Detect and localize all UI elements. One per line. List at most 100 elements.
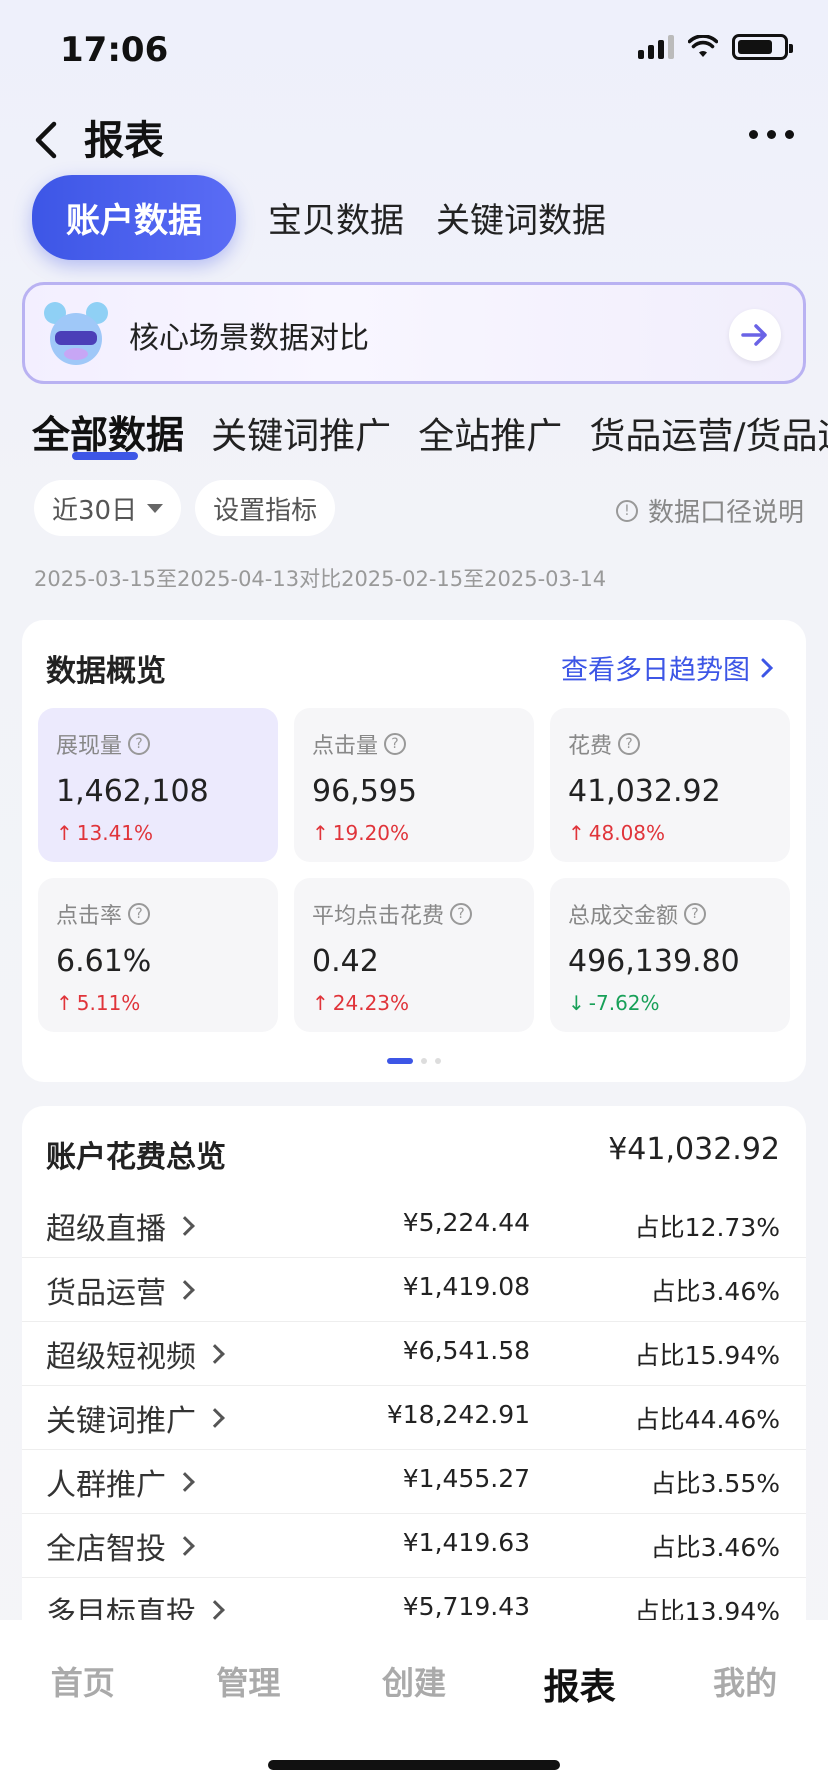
row-ratio: 占比3.46% [650,1277,780,1306]
metric-change: ↑ 5.11% [56,991,260,1015]
metric-change: ↓ -7.62% [568,991,772,1015]
chevron-right-icon [205,1600,225,1620]
chevron-right-icon [205,1344,225,1364]
row-name: 超级短视频 [46,1332,225,1376]
more-icon[interactable] [749,130,794,139]
row-name: 货品运营 [46,1268,195,1312]
tabbar-create[interactable]: 创建 [354,1658,474,1710]
metric-value: 96,595 [312,774,417,809]
subtab-all-data[interactable]: 全部数据 [32,404,184,459]
spend-row[interactable]: 全店智投 ¥1,419.63 占比3.46% [22,1514,806,1578]
metric-change-value: 5.11% [76,991,141,1015]
metric-change-value: 19.20% [332,821,410,845]
help-icon[interactable]: ? [618,733,641,755]
metric-change: ↑ 48.08% [568,821,772,845]
metric-change: ↑ 24.23% [312,991,516,1015]
subtab-goods-ops[interactable]: 货品运营/货品运 [589,407,828,459]
data-definition-link[interactable]: ! 数据口径说明 [615,492,804,529]
tabbar-mine[interactable]: 我的 [685,1658,805,1710]
metric-spend[interactable]: 花费? 41,032.92 ↑ 48.08% [550,708,790,862]
row-amount: ¥5,719.43 [402,1592,530,1621]
date-range-text: 2025-03-15至2025-04-13对比2025-02-15至2025-0… [34,567,607,591]
subtab-site-promo[interactable]: 全站推广 [418,407,562,459]
metric-label: 总成交金额? [568,898,772,930]
metric-label-text: 点击量 [312,734,379,759]
spend-row[interactable]: 人群推广 ¥1,455.27 占比3.55% [22,1450,806,1514]
row-ratio: 占比3.46% [650,1533,780,1562]
data-definition-label: 数据口径说明 [647,498,804,528]
caret-down-icon [147,503,164,513]
chevron-right-icon [205,1408,225,1428]
metric-gmv[interactable]: 总成交金额? 496,139.80 ↓ -7.62% [550,878,790,1032]
arrow-down-icon: ↓ [568,991,585,1015]
trend-link[interactable]: 查看多日趋势图 [561,648,774,687]
metric-label: 点击率? [56,898,260,930]
mascot-icon [44,302,108,365]
tabbar-reports[interactable]: 报表 [520,1658,640,1710]
overview-title: 数据概览 [46,654,166,689]
help-icon[interactable]: ? [128,733,151,755]
set-metrics-button[interactable]: 设置指标 [195,480,336,536]
metric-label: 平均点击花费? [312,898,516,930]
help-icon[interactable]: ? [684,903,707,925]
nav-bar: 报表 [0,100,828,180]
metric-value: 1,462,108 [56,774,209,809]
row-amount: ¥1,419.63 [402,1528,530,1557]
spend-row[interactable]: 货品运营 ¥1,419.08 占比3.46% [22,1258,806,1322]
arrow-up-icon: ↑ [568,821,585,845]
row-name: 超级直播 [46,1204,195,1248]
row-ratio: 占比15.94% [634,1341,780,1370]
metric-clicks[interactable]: 点击量? 96,595 ↑ 19.20% [294,708,534,862]
metric-change-value: -7.62% [588,991,660,1015]
metric-change-value: 24.23% [332,991,410,1015]
row-name-text: 全店智投 [46,1532,166,1567]
tab-keyword-data[interactable]: 关键词数据 [436,193,606,242]
date-range-select[interactable]: 近30日 [34,480,182,536]
row-ratio: 占比44.46% [634,1405,780,1434]
metric-impressions[interactable]: 展现量? 1,462,108 ↑ 13.41% [38,708,278,862]
signal-icon [638,35,674,59]
overview-card: 数据概览 查看多日趋势图 展现量? 1,462,108 ↑ 13.41% 点击量?… [22,620,806,1082]
metric-ctr[interactable]: 点击率? 6.61% ↑ 5.11% [38,878,278,1032]
spend-row[interactable]: 超级短视频 ¥6,541.58 占比15.94% [22,1322,806,1386]
chevron-right-icon [175,1280,195,1300]
metric-value: 496,139.80 [568,944,740,979]
metric-label: 展现量? [56,728,260,760]
metric-change: ↑ 19.20% [312,821,516,845]
help-icon[interactable]: ? [128,903,151,925]
arrow-up-icon: ↑ [312,991,329,1015]
back-icon[interactable] [26,112,66,168]
page-title: 报表 [84,118,164,164]
row-name-text: 关键词推广 [46,1404,196,1439]
row-ratio: 占比12.73% [634,1213,780,1242]
metric-change-value: 48.08% [588,821,666,845]
metric-value: 6.61% [56,944,152,979]
home-indicator [268,1760,560,1770]
tabbar-home[interactable]: 首页 [23,1658,143,1710]
arrow-up-icon: ↑ [56,991,73,1015]
metric-label-text: 平均点击花费 [312,904,445,929]
spend-row[interactable]: 超级直播 ¥5,224.44 占比12.73% [22,1194,806,1258]
set-metrics-label: 设置指标 [213,495,318,526]
metric-value: 41,032.92 [568,774,721,809]
battery-icon [732,34,793,60]
subtab-keyword-promo[interactable]: 关键词推广 [211,407,391,459]
metric-avg-cpc[interactable]: 平均点击花费? 0.42 ↑ 24.23% [294,878,534,1032]
scene-compare-banner[interactable]: 核心场景数据对比 [22,282,806,384]
help-icon[interactable]: ? [450,903,473,925]
sub-tabs: 全部数据 关键词推广 全站推广 货品运营/货品运 [32,404,828,464]
spend-total: ¥41,032.92 [608,1132,780,1167]
active-tab-indicator [72,452,138,460]
chevron-right-icon [175,1216,195,1236]
row-name-text: 货品运营 [46,1276,166,1311]
arrow-up-icon: ↑ [56,821,73,845]
tab-item-data[interactable]: 宝贝数据 [268,193,404,242]
tab-account-data[interactable]: 账户数据 [32,175,236,260]
info-icon: ! [615,499,638,522]
help-icon[interactable]: ? [384,733,407,755]
spend-title: 账户花费总览 [46,1140,226,1175]
spend-row[interactable]: 关键词推广 ¥18,242.91 占比44.46% [22,1386,806,1450]
arrow-right-icon[interactable] [729,309,781,361]
tabbar-manage[interactable]: 管理 [188,1658,308,1710]
arrow-up-icon: ↑ [312,821,329,845]
